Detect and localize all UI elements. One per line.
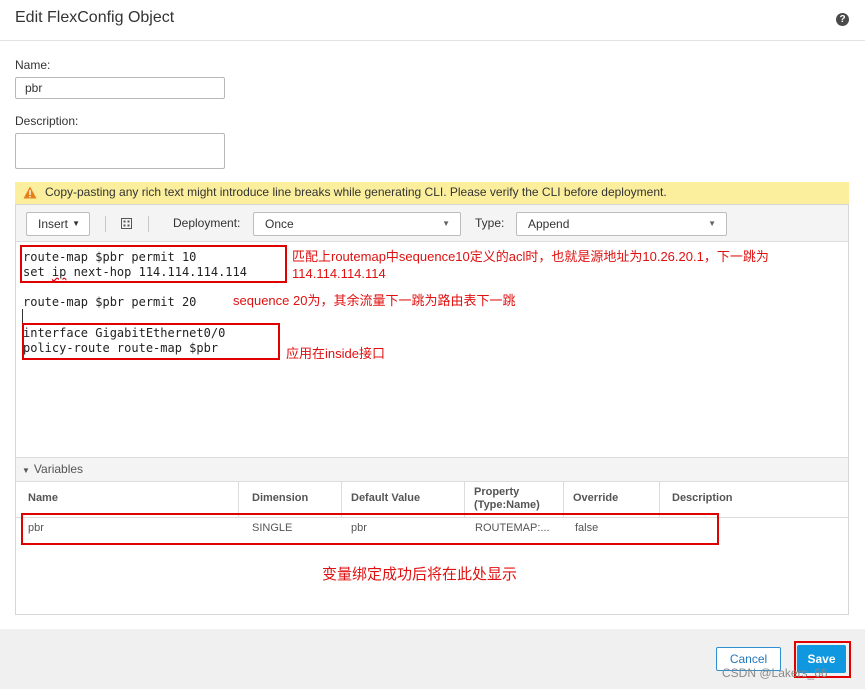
- column-divider: [341, 481, 342, 517]
- deployment-select[interactable]: Once ▼: [253, 212, 461, 236]
- type-label: Type:: [475, 216, 505, 230]
- chevron-down-icon: ▼: [442, 219, 450, 228]
- type-value: Append: [528, 217, 570, 231]
- annotation-box: [21, 513, 719, 545]
- warning-triangle-icon: [23, 186, 37, 199]
- column-divider: [563, 481, 564, 517]
- column-header-override[interactable]: Override: [573, 492, 618, 504]
- column-header-description[interactable]: Description: [672, 492, 733, 504]
- flexconfig-editor-panel: Insert ▼ Deployment: Once ▼ Type: Append…: [15, 204, 849, 615]
- chevron-down-icon: ▼: [72, 219, 80, 228]
- column-divider: [659, 481, 660, 517]
- column-header-property[interactable]: Property: [474, 486, 519, 498]
- description-label: Description:: [15, 114, 79, 128]
- deployment-value: Once: [265, 217, 294, 231]
- deployment-label: Deployment:: [173, 216, 241, 230]
- variables-section-toggle[interactable]: ▼ Variables: [16, 457, 848, 482]
- annotation-box: [22, 323, 280, 360]
- chevron-down-icon: ▼: [22, 466, 30, 475]
- annotation-note: sequence 20为，其余流量下一跳为路由表下一跳: [233, 293, 516, 308]
- column-header-dimension[interactable]: Dimension: [252, 492, 308, 504]
- annotation-box: [20, 245, 287, 283]
- watermark: CSDN @Lakers_66: [722, 666, 828, 680]
- toolbar-separator: [148, 216, 149, 232]
- chevron-down-icon: ▼: [708, 219, 716, 228]
- dialog-title: Edit FlexConfig Object: [15, 9, 175, 26]
- annotation-note: 变量绑定成功后将在此处显示: [322, 566, 518, 583]
- toolbar-separator: [105, 216, 106, 232]
- column-header-name[interactable]: Name: [28, 492, 58, 504]
- column-divider: [238, 481, 239, 517]
- column-header-property-sub: (Type:Name): [474, 499, 540, 511]
- code-line[interactable]: route-map $pbr permit 20: [23, 295, 196, 310]
- annotation-note: 应用在inside接口: [286, 346, 385, 361]
- annotation-note: 匹配上routemap中sequence10定义的acl时，也就是源地址为10.…: [292, 249, 769, 264]
- grid-icon[interactable]: [121, 218, 132, 229]
- type-select[interactable]: Append ▼: [516, 212, 727, 236]
- dialog-header: Edit FlexConfig Object ?: [0, 0, 865, 41]
- warning-text: Copy-pasting any rich text might introdu…: [45, 185, 667, 199]
- name-label: Name:: [15, 58, 51, 72]
- column-divider: [464, 481, 465, 517]
- name-input[interactable]: pbr: [15, 77, 225, 99]
- variables-label: Variables: [33, 462, 84, 476]
- annotation-note: 114.114.114.114: [292, 266, 386, 281]
- insert-label: Insert: [38, 217, 69, 231]
- warning-banner: Copy-pasting any rich text might introdu…: [15, 182, 849, 204]
- editor-toolbar: Insert ▼ Deployment: Once ▼ Type: Append…: [16, 205, 848, 242]
- text-cursor: [22, 309, 23, 323]
- description-input[interactable]: [15, 133, 225, 169]
- help-icon[interactable]: ?: [836, 13, 849, 26]
- insert-dropdown-button[interactable]: Insert ▼: [26, 212, 90, 236]
- column-header-default-value[interactable]: Default Value: [351, 492, 420, 504]
